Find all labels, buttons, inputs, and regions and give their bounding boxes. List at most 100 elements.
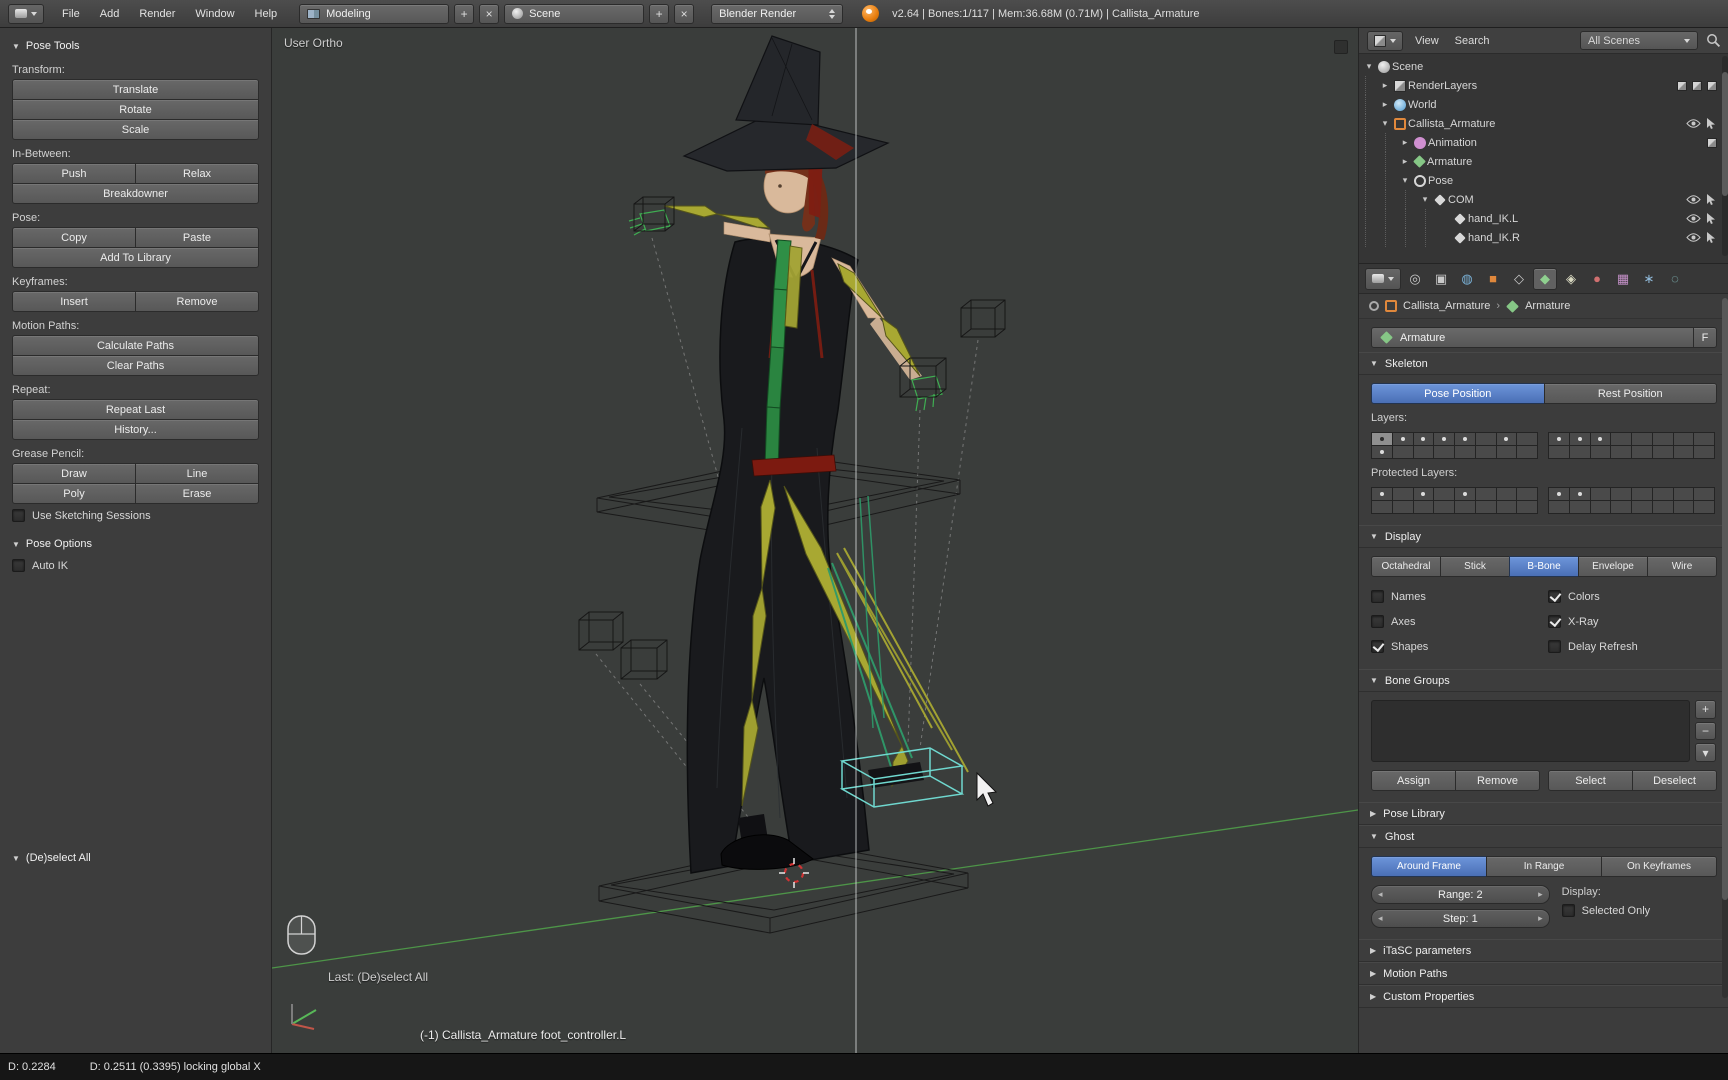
viewport-canvas[interactable] [272, 28, 1358, 1053]
layer-toggle[interactable] [1694, 488, 1714, 500]
collapse-icon[interactable]: ▸ [1379, 80, 1391, 91]
breadcrumb-object[interactable]: Callista_Armature [1403, 300, 1490, 312]
tab-armature-data[interactable]: ◆ [1533, 268, 1557, 290]
layer-toggle[interactable] [1570, 501, 1590, 513]
layer-toggle[interactable] [1434, 501, 1454, 513]
selected-only-checkbox[interactable]: Selected Only [1562, 904, 1717, 917]
layer-toggle[interactable] [1632, 501, 1652, 513]
outliner-item-scene[interactable]: ▾Scene [1359, 57, 1728, 76]
gp-line-button[interactable]: Line [135, 463, 259, 484]
layer-toggle[interactable] [1632, 446, 1652, 458]
layer-toggle[interactable] [1570, 433, 1590, 445]
action-icon[interactable] [1707, 138, 1717, 148]
tab-world[interactable]: ◍ [1455, 268, 1479, 290]
layer-toggle[interactable] [1653, 488, 1673, 500]
layer-toggle[interactable] [1476, 501, 1496, 513]
visibility-eye-icon[interactable] [1686, 194, 1701, 205]
layer-toggle[interactable] [1372, 433, 1392, 445]
fake-user-button[interactable]: F [1693, 327, 1717, 348]
wire-button[interactable]: Wire [1647, 556, 1717, 577]
search-icon[interactable] [1706, 33, 1721, 48]
layer-toggle[interactable] [1611, 446, 1631, 458]
rotate-button[interactable]: Rotate [12, 99, 259, 120]
add-scene-button[interactable]: + [649, 4, 669, 24]
outliner-item-world[interactable]: ▸World [1359, 95, 1728, 114]
layer-toggle[interactable] [1393, 501, 1413, 513]
layer-toggle[interactable] [1372, 501, 1392, 513]
bone-group-specials-button[interactable]: ▾ [1695, 743, 1716, 762]
layer-toggle[interactable] [1549, 446, 1569, 458]
breadcrumb-data[interactable]: Armature [1525, 300, 1570, 312]
gp-draw-button[interactable]: Draw [12, 463, 136, 484]
stick-button[interactable]: Stick [1440, 556, 1510, 577]
use-sketching-checkbox[interactable]: Use Sketching Sessions [12, 509, 259, 522]
layer-toggle[interactable] [1517, 446, 1537, 458]
visibility-eye-icon[interactable] [1686, 213, 1701, 224]
panel-header-display[interactable]: ▼Display [1359, 525, 1728, 548]
envelope-button[interactable]: Envelope [1578, 556, 1648, 577]
selectability-cursor-icon[interactable] [1706, 213, 1717, 225]
panel-header-pose-tools[interactable]: ▼Pose Tools [12, 36, 259, 56]
layer-toggle[interactable] [1455, 433, 1475, 445]
clear-paths-button[interactable]: Clear Paths [12, 355, 259, 376]
outliner-view-menu[interactable]: View [1411, 33, 1443, 49]
outliner-item-hand-ik-r[interactable]: hand_IK.R [1359, 228, 1728, 247]
layer-toggle[interactable] [1476, 488, 1496, 500]
layer-toggle[interactable] [1476, 446, 1496, 458]
layer-toggle[interactable] [1591, 433, 1611, 445]
layer-toggle[interactable] [1393, 488, 1413, 500]
layer-toggle[interactable] [1372, 446, 1392, 458]
tab-scene[interactable]: ▣ [1429, 268, 1453, 290]
datablock-name-field[interactable]: Armature [1371, 327, 1694, 348]
editor-type-button[interactable] [1367, 31, 1403, 51]
layer-toggle[interactable] [1611, 501, 1631, 513]
menu-file[interactable]: File [53, 5, 89, 23]
pin-icon[interactable] [1369, 301, 1379, 311]
relax-button[interactable]: Relax [135, 163, 259, 184]
layer-toggle[interactable] [1393, 446, 1413, 458]
slider-left-icon[interactable]: ◂ [1378, 889, 1383, 900]
collapse-icon[interactable]: ▸ [1399, 156, 1411, 167]
visibility-eye-icon[interactable] [1686, 118, 1701, 129]
layer-toggle[interactable] [1653, 446, 1673, 458]
region-expand-handle[interactable] [1334, 40, 1348, 54]
panel-header-pose-library[interactable]: ▶Pose Library [1359, 802, 1728, 825]
tab-constraints[interactable]: ◇ [1507, 268, 1531, 290]
tab-object[interactable]: ■ [1481, 268, 1505, 290]
panel-header-itasc[interactable]: ▶iTaSC parameters [1359, 939, 1728, 962]
slider-right-icon[interactable]: ▸ [1538, 889, 1543, 900]
layer-toggle[interactable] [1476, 433, 1496, 445]
assign-button[interactable]: Assign [1371, 770, 1456, 791]
scene-selector[interactable]: Scene [504, 4, 644, 24]
layer-toggle[interactable] [1517, 501, 1537, 513]
auto-ik-checkbox[interactable]: Auto IK [12, 559, 259, 572]
bbone-button[interactable]: B-Bone [1509, 556, 1579, 577]
renderlayer-icon[interactable] [1707, 81, 1717, 91]
editor-type-button[interactable] [1365, 268, 1401, 290]
menu-help[interactable]: Help [246, 5, 287, 23]
layer-toggle[interactable] [1694, 501, 1714, 513]
delay-refresh-checkbox[interactable]: Delay Refresh [1548, 640, 1717, 653]
layer-toggle[interactable] [1549, 433, 1569, 445]
collapse-icon[interactable]: ▸ [1379, 99, 1391, 110]
gp-poly-button[interactable]: Poly [12, 483, 136, 504]
axes-checkbox[interactable]: Axes [1371, 615, 1540, 628]
collapse-icon[interactable]: ▸ [1399, 137, 1411, 148]
outliner-item-renderlayers[interactable]: ▸RenderLayers [1359, 76, 1728, 95]
layer-toggle[interactable] [1591, 501, 1611, 513]
remove-button[interactable]: Remove [1455, 770, 1540, 791]
names-checkbox[interactable]: Names [1371, 590, 1540, 603]
push-button[interactable]: Push [12, 163, 136, 184]
expand-icon[interactable]: ▾ [1379, 118, 1391, 129]
tab-particles[interactable]: ∗ [1637, 268, 1661, 290]
protected-layers-group-2[interactable] [1548, 487, 1715, 514]
selectability-cursor-icon[interactable] [1706, 232, 1717, 244]
menu-render[interactable]: Render [130, 5, 184, 23]
expand-icon[interactable]: ▾ [1399, 175, 1411, 186]
tab-texture[interactable]: ▦ [1611, 268, 1635, 290]
menu-add[interactable]: Add [91, 5, 129, 23]
tab-render[interactable]: ◎ [1403, 268, 1427, 290]
layer-toggle[interactable] [1591, 488, 1611, 500]
delete-screen-layout-button[interactable]: × [479, 4, 499, 24]
layer-toggle[interactable] [1455, 446, 1475, 458]
